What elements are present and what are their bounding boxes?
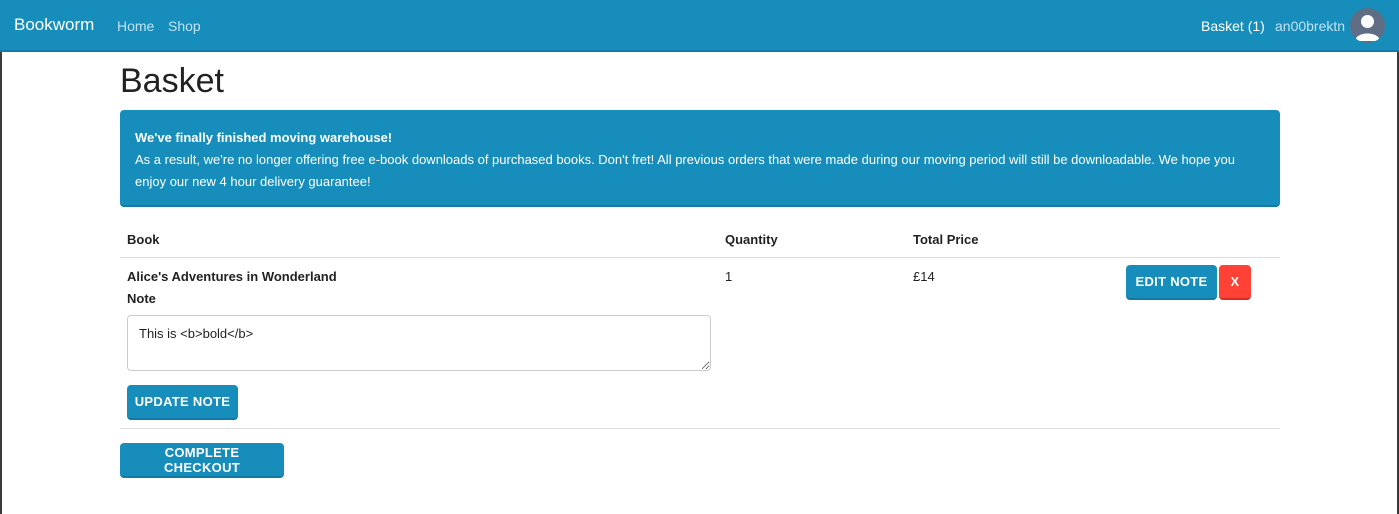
note-textarea[interactable]: This is <b>bold</b>: [127, 315, 711, 371]
quantity-value: 1: [725, 269, 733, 284]
edit-note-button[interactable]: EDIT NOTE: [1126, 265, 1217, 300]
page-title: Basket: [120, 62, 224, 100]
user-avatar-icon[interactable]: [1350, 8, 1385, 43]
info-alert: We've finally finished moving warehouse!…: [120, 110, 1280, 207]
nav-basket-link[interactable]: Basket (1): [1201, 18, 1265, 34]
complete-checkout-button[interactable]: COMPLETE CHECKOUT: [120, 443, 284, 478]
alert-title: We've finally finished moving warehouse!: [135, 130, 393, 145]
table-divider: [120, 257, 1280, 258]
navbar: Bookworm Home Shop Basket (1) an00brektn: [0, 0, 1399, 52]
remove-item-button[interactable]: X: [1219, 265, 1251, 300]
update-note-button[interactable]: UPDATE NOTE: [127, 385, 238, 420]
nav-home-link[interactable]: Home: [117, 18, 154, 34]
column-header-book: Book: [127, 232, 160, 247]
nav-username[interactable]: an00brektn: [1275, 18, 1345, 34]
column-header-quantity: Quantity: [725, 232, 778, 247]
column-header-total-price: Total Price: [913, 232, 979, 247]
total-price-value: £14: [913, 269, 935, 284]
alert-body: As a result, we're no longer offering fr…: [135, 152, 1235, 189]
note-label: Note: [127, 291, 156, 306]
book-title: Alice's Adventures in Wonderland: [127, 269, 337, 284]
table-divider: [120, 428, 1280, 429]
window-left-edge: [0, 0, 2, 514]
nav-shop-link[interactable]: Shop: [168, 18, 201, 34]
brand-link[interactable]: Bookworm: [14, 15, 94, 35]
